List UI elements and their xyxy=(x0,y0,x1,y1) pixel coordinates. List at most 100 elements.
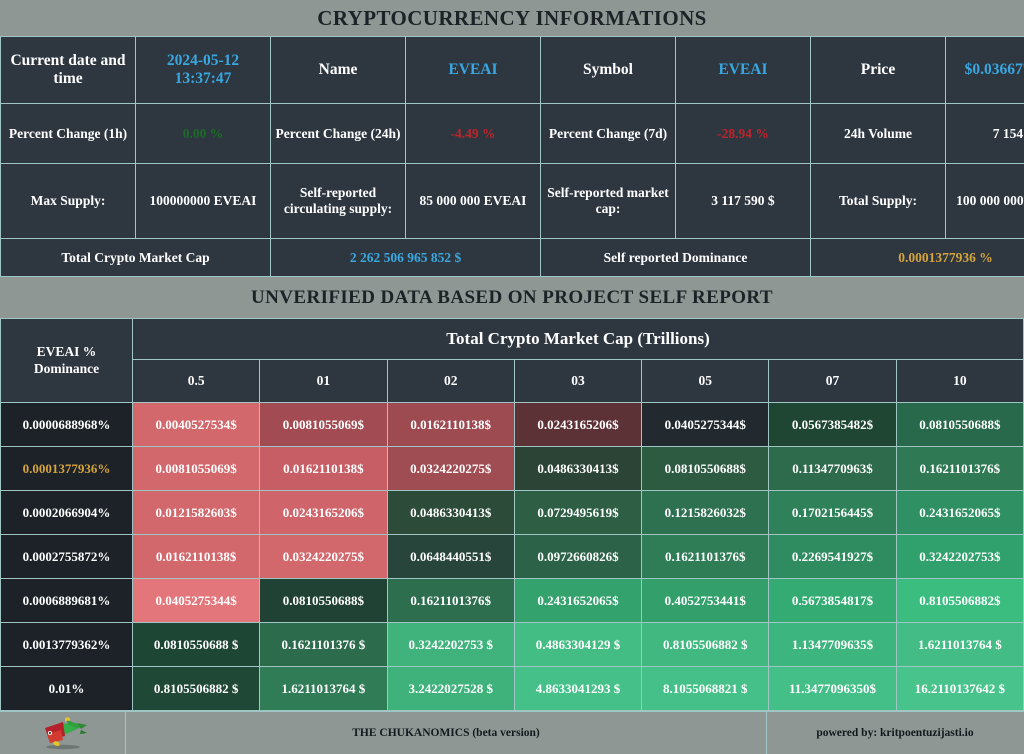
table-row: 0.0002755872%0.0162110138$0.0324220275$0… xyxy=(1,535,1024,579)
footer: THE CHUKANOMICS (beta version) powered b… xyxy=(0,711,1024,754)
matrix-cell-6-1: 1.6211013764 $ xyxy=(260,667,387,711)
matrix-cell-4-3: 0.2431652065$ xyxy=(514,579,641,623)
matrix-cell-3-1: 0.0324220275$ xyxy=(260,535,387,579)
matrix-column-header-3: 03 xyxy=(514,360,641,403)
matrix-cell-3-3: 0.0972660826$ xyxy=(514,535,641,579)
matrix-cell-6-4: 8.1055068821 $ xyxy=(642,667,769,711)
value-total-crypto-market-cap: 2 262 506 965 852 $ xyxy=(271,239,541,277)
matrix-cell-2-5: 0.1702156445$ xyxy=(769,491,896,535)
matrix-row-header-0: 0.0000688968% xyxy=(1,403,133,447)
page-title: CRYPTOCURRENCY INFORMATIONS xyxy=(0,0,1024,36)
matrix-row-header-4: 0.0006889681% xyxy=(1,579,133,623)
table-row: 0.0002066904%0.0121582603$0.0243165206$0… xyxy=(1,491,1024,535)
label-self-reported-circulating-supply: Self-reported circulating supply: xyxy=(271,164,406,239)
table-row: Total Crypto Market Cap 2 262 506 965 85… xyxy=(1,239,1024,277)
label-total-crypto-market-cap: Total Crypto Market Cap xyxy=(1,239,271,277)
dominance-matrix-table: EVEAI % DominanceTotal Crypto Market Cap… xyxy=(0,318,1024,711)
matrix-cell-0-6: 0.0810550688$ xyxy=(896,403,1023,447)
matrix-cell-5-4: 0.8105506882 $ xyxy=(642,623,769,667)
matrix-cell-0-2: 0.0162110138$ xyxy=(387,403,514,447)
matrix-cell-6-2: 3.2422027528 $ xyxy=(387,667,514,711)
matrix-cell-4-6: 0.8105506882$ xyxy=(896,579,1023,623)
matrix-cell-2-0: 0.0121582603$ xyxy=(133,491,260,535)
matrix-cell-0-3: 0.0243165206$ xyxy=(514,403,641,447)
label-max-supply: Max Supply: xyxy=(1,164,136,239)
matrix-cell-5-6: 1.6211013764 $ xyxy=(896,623,1023,667)
page-root: CRYPTOCURRENCY INFORMATIONS Current date… xyxy=(0,0,1024,754)
label-price: Price xyxy=(811,37,946,104)
matrix-column-header-row: 0.5010203050710 xyxy=(1,360,1024,403)
matrix-cell-6-5: 11.3477096350$ xyxy=(769,667,896,711)
matrix-cell-1-1: 0.0162110138$ xyxy=(260,447,387,491)
label-symbol: Symbol xyxy=(541,37,676,104)
table-row: 0.0006889681%0.0405275344$0.0810550688$ 0… xyxy=(1,579,1024,623)
value-percent-change-24h: -4.49 % xyxy=(406,104,541,164)
label-current-datetime: Current date and time xyxy=(1,37,136,104)
table-row: 0.01%0.8105506882 $1.6211013764 $3.24220… xyxy=(1,667,1024,711)
matrix-cell-5-5: 1.1347709635$ xyxy=(769,623,896,667)
matrix-corner-label: EVEAI % Dominance xyxy=(1,319,133,403)
table-row: 0.0013779362%0.0810550688 $0.1621101376 … xyxy=(1,623,1024,667)
matrix-column-header-5: 07 xyxy=(769,360,896,403)
table-row: Max Supply: 100000000 EVEAI Self-reporte… xyxy=(1,164,1024,239)
label-self-reported-dominance: Self reported Dominance xyxy=(541,239,811,277)
matrix-column-header-1: 01 xyxy=(260,360,387,403)
matrix-cell-5-2: 0.3242202753 $ xyxy=(387,623,514,667)
matrix-cell-1-2: 0.0324220275$ xyxy=(387,447,514,491)
label-percent-change-24h: Percent Change (24h) xyxy=(271,104,406,164)
matrix-cell-4-5: 0.5673854817$ xyxy=(769,579,896,623)
value-self-reported-market-cap: 3 117 590 $ xyxy=(676,164,811,239)
matrix-row-header-3: 0.0002755872% xyxy=(1,535,133,579)
value-current-datetime: 2024-05-12 13:37:47 xyxy=(136,37,271,104)
value-total-supply: 100 000 000 EVEAI xyxy=(946,164,1024,239)
matrix-cell-6-3: 4.8633041293 $ xyxy=(514,667,641,711)
parrot-logo-icon xyxy=(37,716,89,750)
matrix-column-header-2: 02 xyxy=(387,360,514,403)
matrix-row-header-6: 0.01% xyxy=(1,667,133,711)
value-symbol: EVEAI xyxy=(676,37,811,104)
matrix-cell-6-6: 16.2110137642 $ xyxy=(896,667,1023,711)
value-percent-change-1h: 0.00 % xyxy=(136,104,271,164)
matrix-header-row: EVEAI % DominanceTotal Crypto Market Cap… xyxy=(1,319,1024,360)
value-name: EVEAI xyxy=(406,37,541,104)
matrix-cell-5-3: 0.4863304129 $ xyxy=(514,623,641,667)
matrix-cell-0-4: 0.0405275344$ xyxy=(642,403,769,447)
table-row: 0.0001377936%0.0081055069$0.0162110138$0… xyxy=(1,447,1024,491)
value-self-reported-circulating-supply: 85 000 000 EVEAI xyxy=(406,164,541,239)
label-total-supply: Total Supply: xyxy=(811,164,946,239)
matrix-row-header-5: 0.0013779362% xyxy=(1,623,133,667)
table-row: Current date and time 2024-05-12 13:37:4… xyxy=(1,37,1024,104)
label-name: Name xyxy=(271,37,406,104)
matrix-column-header-6: 10 xyxy=(896,360,1023,403)
brand-logo xyxy=(0,712,125,754)
footer-powered-by: powered by: kritpoentuzijasti.io xyxy=(767,712,1023,754)
matrix-group-header: Total Crypto Market Cap (Trillions) xyxy=(133,319,1024,360)
matrix-cell-2-6: 0.2431652065$ xyxy=(896,491,1023,535)
matrix-cell-2-2: 0.0486330413$ xyxy=(387,491,514,535)
matrix-cell-2-4: 0.1215826032$ xyxy=(642,491,769,535)
matrix-row-header-2: 0.0002066904% xyxy=(1,491,133,535)
matrix-cell-0-5: 0.0567385482$ xyxy=(769,403,896,447)
value-self-reported-dominance: 0.0001377936 % xyxy=(811,239,1024,277)
matrix-cell-2-3: 0.0729495619$ xyxy=(514,491,641,535)
value-price: $0.0366775316 xyxy=(946,37,1024,104)
matrix-cell-3-6: 0.3242202753$ xyxy=(896,535,1023,579)
matrix-cell-1-6: 0.1621101376$ xyxy=(896,447,1023,491)
matrix-cell-1-0: 0.0081055069$ xyxy=(133,447,260,491)
matrix-cell-4-0: 0.0405275344$ xyxy=(133,579,260,623)
table-row: Percent Change (1h) 0.00 % Percent Chang… xyxy=(1,104,1024,164)
crypto-info-table: Current date and time 2024-05-12 13:37:4… xyxy=(0,36,1024,277)
matrix-row-header-1: 0.0001377936% xyxy=(1,447,133,491)
matrix-cell-6-0: 0.8105506882 $ xyxy=(133,667,260,711)
matrix-column-header-0: 0.5 xyxy=(133,360,260,403)
matrix-cell-2-1: 0.0243165206$ xyxy=(260,491,387,535)
matrix-cell-1-5: 0.1134770963$ xyxy=(769,447,896,491)
matrix-cell-0-1: 0.0081055069$ xyxy=(260,403,387,447)
matrix-cell-5-0: 0.0810550688 $ xyxy=(133,623,260,667)
value-max-supply: 100000000 EVEAI xyxy=(136,164,271,239)
value-24h-volume: 7 154 $ xyxy=(946,104,1024,164)
matrix-cell-4-1: 0.0810550688$ xyxy=(260,579,387,623)
matrix-cell-3-2: 0.0648440551$ xyxy=(387,535,514,579)
footer-brand-text: THE CHUKANOMICS (beta version) xyxy=(126,712,766,754)
matrix-cell-5-1: 0.1621101376 $ xyxy=(260,623,387,667)
